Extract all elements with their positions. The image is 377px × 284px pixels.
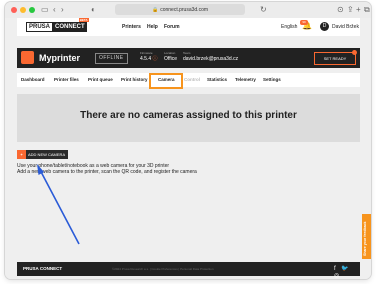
reload-icon[interactable]: ↻ (260, 4, 267, 16)
footer-copyright[interactable]: ©2024 Prusa Research a.s. | Cookie Prefe… (112, 267, 214, 271)
browser-titlebar: ▭ ‹ › ◐ 🔒 connect.prusa3d.com ↻ ⊙ ⇪ + ⧉ (5, 2, 371, 18)
address-bar[interactable]: 🔒 connect.prusa3d.com (115, 4, 245, 15)
url-text: connect.prusa3d.com (160, 6, 209, 13)
share-icon[interactable]: ⇪ (347, 4, 354, 16)
twitter-icon[interactable]: 🐦 (341, 266, 350, 272)
privacy-icon[interactable]: ◐ (91, 4, 96, 16)
close-window-button[interactable] (11, 7, 17, 13)
footer-brand: PRUSA CONNECT (23, 266, 63, 271)
lock-icon: 🔒 (151, 6, 159, 13)
share-feedback-label: Share your feedback (363, 221, 367, 256)
sidebar-toggle-icon[interactable]: ▭ (41, 4, 49, 16)
tabs-overview-icon[interactable]: ⧉ (364, 4, 370, 16)
maximize-window-button[interactable] (29, 7, 35, 13)
arrow-head (37, 164, 44, 175)
forward-icon[interactable]: › (61, 4, 64, 16)
browser-window: ▭ ‹ › ◐ 🔒 connect.prusa3d.com ↻ ⊙ ⇪ + ⧉ … (5, 2, 371, 279)
arrow-shaft (38, 167, 80, 245)
web-page: PRUSA CONNECT BETA Printers Help Forum E… (5, 18, 371, 279)
arrow-annotation (37, 164, 80, 245)
back-icon[interactable]: ‹ (53, 4, 56, 16)
instagram-icon[interactable]: ◎ (334, 273, 341, 279)
download-icon[interactable]: ⊙ (337, 4, 344, 16)
page-footer: PRUSA CONNECT ©2024 Prusa Research a.s. … (17, 262, 360, 279)
new-tab-icon[interactable]: + (356, 4, 361, 16)
minimize-window-button[interactable] (20, 7, 26, 13)
share-feedback-tab[interactable]: Share your feedback (362, 214, 371, 259)
facebook-icon[interactable]: f (334, 266, 338, 272)
social-links: f 🐦 ◎ (334, 265, 360, 279)
